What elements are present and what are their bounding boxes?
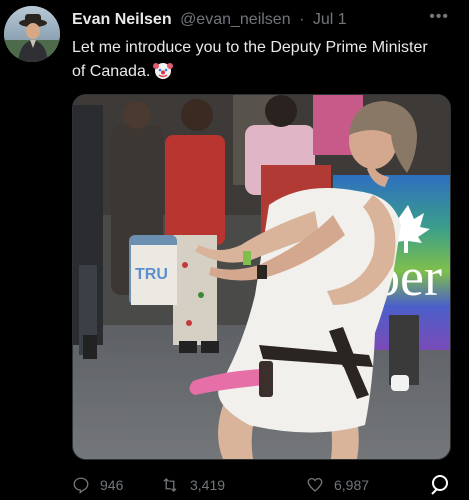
- like-count: 6,987: [334, 477, 370, 493]
- user-handle[interactable]: @evan_neilsen: [180, 11, 291, 28]
- reply-count: 946: [100, 477, 124, 493]
- avatar[interactable]: [4, 6, 60, 62]
- like-button[interactable]: 6,987: [306, 474, 369, 496]
- tweet[interactable]: Evan Neilsen @evan_neilsen · Jul 1 ••• L…: [0, 0, 469, 500]
- tweet-text-content: Let me introduce you to the Deputy Prime…: [72, 39, 428, 80]
- retweet-icon: [163, 478, 177, 492]
- tweet-date[interactable]: Jul 1: [313, 11, 347, 28]
- display-name[interactable]: Evan Neilsen: [72, 11, 172, 28]
- share-button[interactable]: [428, 474, 462, 496]
- reply-icon: [73, 477, 89, 494]
- tweet-text: Let me introduce you to the Deputy Prime…: [72, 36, 442, 84]
- tweet-actions: 946 3,419 6,987: [72, 474, 462, 496]
- reply-button[interactable]: 946: [72, 474, 123, 496]
- heart-icon: [307, 477, 323, 492]
- more-options-icon[interactable]: •••: [429, 9, 449, 25]
- retweet-count: 3,419: [190, 477, 226, 493]
- retweet-button[interactable]: 3,419: [160, 474, 225, 496]
- parade-photo: ber TRU: [73, 95, 450, 459]
- avatar-image: [4, 6, 60, 62]
- banner-text-left: TRU: [135, 266, 168, 283]
- tweet-header: Evan Neilsen @evan_neilsen · Jul 1: [72, 10, 457, 32]
- tweet-media-photo[interactable]: ber TRU: [72, 94, 451, 460]
- separator: ·: [299, 11, 305, 28]
- share-icon: [431, 475, 448, 495]
- clown-face-icon: [153, 60, 174, 80]
